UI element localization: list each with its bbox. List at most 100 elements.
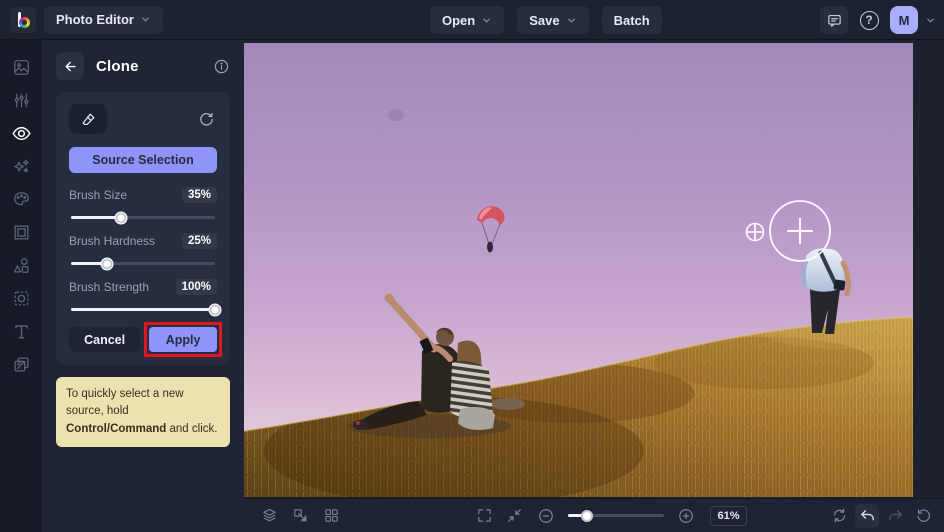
undo-icon [860, 510, 874, 521]
sidebar-item-artsy[interactable] [0, 183, 42, 216]
clone-source-marker [745, 222, 765, 242]
zoom-slider-handle[interactable] [581, 509, 594, 522]
eraser-tool-button[interactable] [69, 104, 107, 134]
tooltip-text-bold: Control/Command [66, 422, 167, 435]
sidebar-item-frames[interactable] [0, 216, 42, 249]
frames-icon [14, 225, 28, 240]
avatar[interactable]: M [890, 6, 918, 34]
resize-icon [293, 509, 306, 522]
fit-screen-button[interactable] [502, 504, 526, 528]
sidebar-item-edit[interactable] [0, 51, 42, 84]
sidebar-item-textures[interactable] [0, 348, 42, 381]
chevron-down-icon [142, 17, 149, 22]
redo-icon [888, 510, 902, 521]
feedback-chat-button[interactable] [820, 6, 848, 34]
logo-hole [22, 19, 27, 25]
sidebar-item-touch-up[interactable] [0, 117, 42, 150]
compare-icon [833, 508, 845, 523]
eraser-icon [82, 113, 94, 125]
redo-button[interactable] [883, 504, 907, 528]
info-button[interactable] [213, 58, 230, 75]
fullscreen-button[interactable] [472, 504, 496, 528]
layers-icon [262, 508, 276, 522]
adjustments-icon [14, 93, 28, 108]
text-icon [14, 325, 28, 339]
brush-size-value: 35% [181, 187, 217, 203]
back-button[interactable] [56, 52, 84, 80]
info-icon [214, 59, 229, 73]
app-switcher-button[interactable]: Photo Editor [44, 5, 163, 34]
cancel-button[interactable]: Cancel [69, 327, 141, 352]
brush-hardness-handle[interactable] [100, 257, 114, 270]
zoom-out-button[interactable] [534, 504, 558, 528]
history-button[interactable] [911, 504, 935, 528]
open-button[interactable]: Open [430, 6, 505, 34]
chevron-down-icon [483, 18, 491, 22]
brush-size-group: Brush Size 35% [69, 187, 217, 224]
brush-size-handle[interactable] [114, 211, 128, 224]
sidebar-item-adjust[interactable] [0, 84, 42, 117]
artsy-palette-icon [13, 192, 29, 206]
zoom-out-icon [539, 508, 553, 523]
source-selection-button[interactable]: Source Selection [69, 147, 217, 173]
apply-button[interactable]: Apply [149, 327, 217, 352]
save-button[interactable]: Save [517, 6, 589, 34]
touch-up-eye-icon [11, 126, 31, 141]
canvas-photo[interactable] [244, 43, 913, 497]
clone-panel: Clone Source Selection Brush Size 35% Br… [42, 40, 244, 532]
overlays-icon [14, 291, 28, 306]
reset-refresh-icon [200, 112, 213, 126]
zoom-in-button[interactable] [674, 504, 698, 528]
sidebar-item-effects[interactable] [0, 150, 42, 183]
save-label: Save [529, 12, 560, 28]
fullscreen-icon [477, 509, 491, 522]
brush-strength-handle[interactable] [208, 303, 222, 316]
photo-edit-icon [13, 60, 29, 75]
brush-hardness-slider[interactable] [71, 257, 215, 270]
brush-hardness-label: Brush Hardness [69, 234, 156, 248]
undo-button[interactable] [855, 503, 879, 528]
zoom-slider[interactable] [568, 509, 664, 522]
batch-button[interactable]: Batch [601, 6, 662, 34]
brush-size-slider[interactable] [71, 211, 215, 224]
brush-strength-group: Brush Strength 100% [69, 279, 222, 316]
grid-view-button[interactable] [319, 504, 343, 528]
help-button[interactable]: ? [855, 6, 883, 34]
graphics-shapes-icon [13, 258, 28, 273]
befunky-logo[interactable] [10, 6, 36, 33]
tooltip-text-post: and click. [166, 422, 218, 435]
layers-button[interactable] [257, 504, 281, 528]
reset-button[interactable] [196, 109, 217, 130]
avatar-initial: M [898, 12, 910, 28]
workspace [244, 40, 944, 498]
status-toolbar: 61% [244, 498, 944, 532]
brush-size-label: Brush Size [69, 188, 128, 202]
zoom-level-readout: 61% [710, 505, 747, 526]
sidebar-item-graphics[interactable] [0, 249, 42, 282]
top-bar: Photo Editor Open Save Batch ? M [0, 0, 944, 40]
feedback-chat-icon [827, 14, 841, 27]
textures-icon [14, 357, 28, 372]
photo-scene [244, 43, 913, 497]
brush-strength-label: Brush Strength [69, 280, 150, 294]
brush-strength-value: 100% [175, 279, 217, 295]
grid-view-icon [324, 509, 338, 522]
chevron-down-icon [567, 18, 575, 22]
batch-label: Batch [613, 12, 650, 28]
open-label: Open [442, 12, 476, 28]
compare-button[interactable] [827, 504, 851, 528]
help-icon: ? [859, 10, 879, 30]
tool-rail [0, 40, 42, 532]
history-icon [916, 509, 930, 522]
effects-sparkle-icon [13, 159, 29, 173]
sidebar-item-text[interactable] [0, 315, 42, 348]
resize-button[interactable] [288, 504, 312, 528]
sidebar-item-overlays[interactable] [0, 282, 42, 315]
brush-hardness-group: Brush Hardness 25% [69, 233, 217, 270]
brush-strength-slider[interactable] [71, 303, 222, 316]
clone-settings-card: Source Selection Brush Size 35% Brush Ha… [56, 92, 230, 365]
panel-title: Clone [96, 57, 139, 75]
hint-tooltip: To quickly select a new source, hold Con… [56, 377, 230, 447]
account-chevron-icon[interactable] [925, 15, 936, 26]
app-title: Photo Editor [56, 12, 134, 27]
